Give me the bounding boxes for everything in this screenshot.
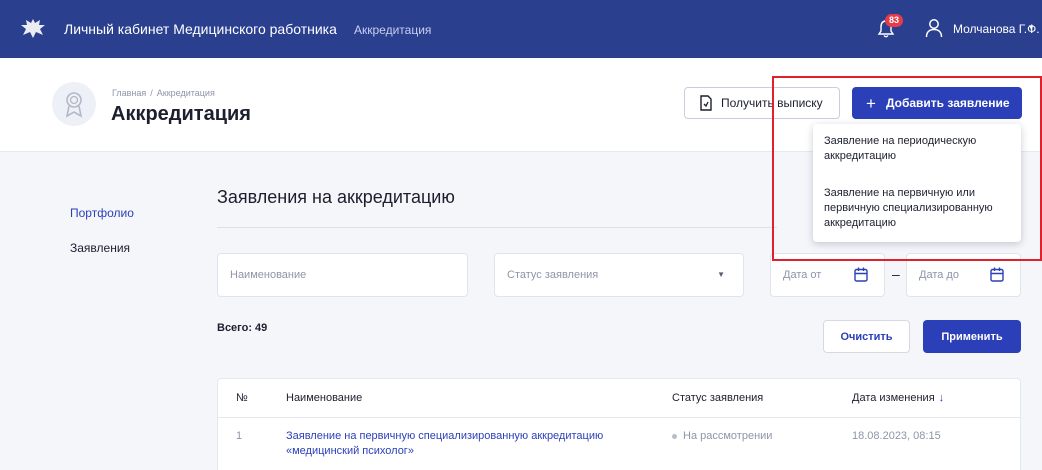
breadcrumb-separator: /: [150, 88, 153, 98]
date-from-placeholder: Дата от: [783, 269, 822, 281]
column-header-date[interactable]: Дата изменения ↓: [852, 392, 944, 404]
breadcrumb-current: Аккредитация: [156, 88, 215, 98]
column-header-status: Статус заявления: [672, 392, 764, 404]
user-icon[interactable]: [925, 18, 943, 38]
calendar-icon[interactable]: [990, 267, 1004, 282]
status-dot-icon: [672, 433, 677, 439]
row-number: 1: [236, 430, 243, 442]
section-title: Заявления на аккредитацию: [217, 187, 455, 207]
row-date: 18.08.2023, 08:15: [852, 430, 941, 442]
row-name-link[interactable]: Заявление на первичную специализированну…: [286, 429, 656, 459]
name-filter-placeholder: Наименование: [230, 269, 307, 281]
column-header-name: Наименование: [286, 392, 363, 404]
nav-section-accreditation[interactable]: Аккредитация: [354, 23, 431, 37]
highlight-frame: [772, 76, 1042, 261]
status-filter-placeholder: Статус заявления: [507, 269, 599, 281]
sidebar-item-portfolio[interactable]: Портфолио: [70, 206, 134, 220]
chevron-down-icon: ▼: [717, 270, 725, 279]
breadcrumb-home[interactable]: Главная: [112, 88, 146, 98]
row-status: На рассмотрении: [672, 429, 772, 444]
divider: [218, 417, 1020, 418]
document-icon: [700, 95, 712, 111]
sidebar-item-applications[interactable]: Заявления: [70, 241, 130, 255]
total-count: Всего: 49: [217, 322, 268, 334]
sort-arrow-icon[interactable]: ↓: [939, 392, 945, 404]
column-header-date-label: Дата изменения: [852, 392, 935, 404]
top-navigation-bar: Личный кабинет Медицинского работника Ак…: [0, 0, 1042, 58]
name-filter-input[interactable]: Наименование: [217, 253, 468, 297]
clear-button[interactable]: Очистить: [823, 320, 910, 353]
chevron-down-icon[interactable]: ▾: [1029, 22, 1034, 33]
emblem-icon[interactable]: [20, 17, 46, 39]
date-range-dash: –: [892, 266, 900, 282]
breadcrumb: Главная / Аккредитация: [112, 88, 215, 98]
page-avatar: [52, 82, 96, 126]
apply-button[interactable]: Применить: [923, 320, 1021, 353]
award-icon: [65, 92, 83, 118]
column-header-number: №: [236, 392, 248, 404]
divider: [217, 227, 777, 228]
status-filter-select[interactable]: Статус заявления ▼: [494, 253, 744, 297]
notification-badge[interactable]: 83: [885, 14, 904, 27]
date-to-placeholder: Дата до: [919, 269, 959, 281]
user-name[interactable]: Молчанова Г.Ф.: [953, 22, 1040, 36]
applications-table: № Наименование Статус заявления Дата изм…: [217, 378, 1021, 470]
calendar-icon[interactable]: [854, 267, 868, 282]
app-title[interactable]: Личный кабинет Медицинского работника: [64, 21, 337, 37]
page-title: Аккредитация: [111, 103, 251, 125]
row-status-label: На рассмотрении: [683, 430, 773, 442]
